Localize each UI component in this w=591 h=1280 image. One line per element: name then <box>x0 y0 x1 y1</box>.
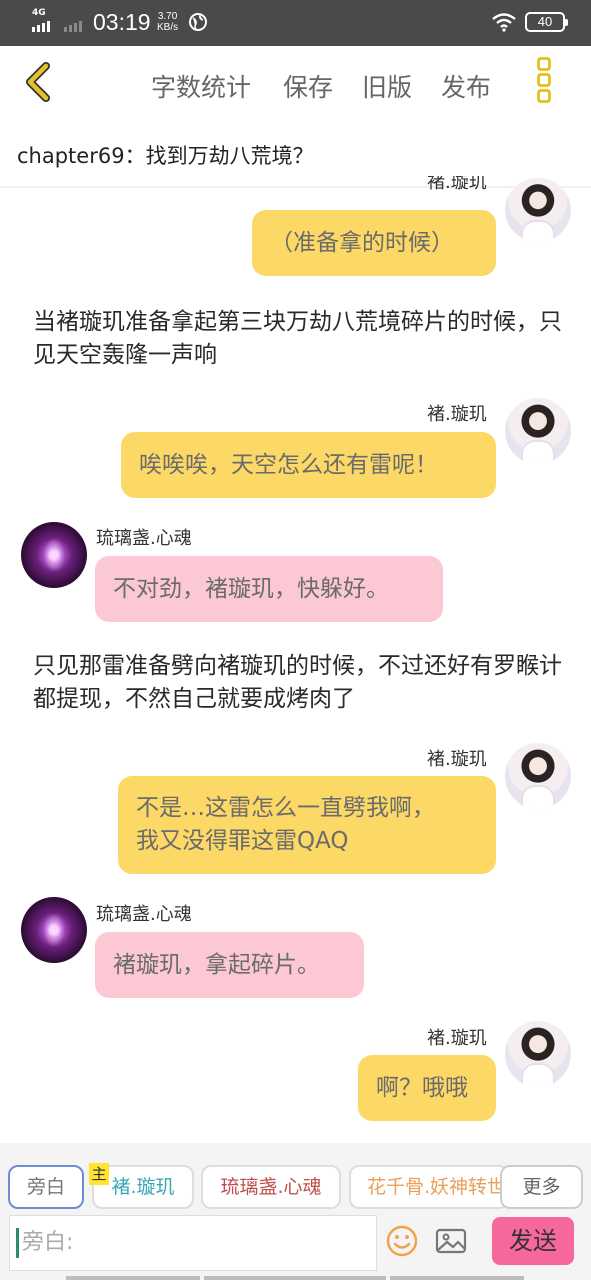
more-roles-button[interactable]: 更多 <box>500 1165 583 1209</box>
role-chip-hua-qiangu[interactable]: 花千骨.妖神转世 <box>349 1165 509 1209</box>
role-chip-narration[interactable]: 旁白 <box>8 1165 84 1209</box>
narration-text[interactable]: 只见那雷准备劈向褚璇玑的时候，不过还好有罗睺计都提现，不然自己就要成烤肉了 <box>33 650 563 716</box>
message-bubble[interactable]: 不是…这雷怎么一直劈我啊， 我又没得罪这雷QAQ <box>118 776 496 874</box>
avatar[interactable] <box>505 398 571 464</box>
globe-icon <box>189 13 207 31</box>
sender-name: 褚.璇玑 <box>427 404 487 425</box>
sender-name: 琉璃盏.心魂 <box>96 528 192 549</box>
main-role-badge: 主 <box>89 1163 109 1185</box>
message-bubble[interactable]: 不对劲，褚璇玑，快躲好。 <box>95 556 443 622</box>
avatar[interactable] <box>21 522 87 588</box>
clock: 03:19 <box>93 9 151 35</box>
sender-name: 褚.璇玑 <box>427 176 487 192</box>
status-right: 40 <box>491 12 568 32</box>
signal-indicators: 4G <box>32 8 82 32</box>
message-bubble[interactable]: 啊？哦哦 <box>358 1055 496 1121</box>
status-bar: 4G 03:19 3.70 KB/s 40 <box>0 0 591 46</box>
message-bubble[interactable]: 唉唉唉，天空怎么还有雷呢！ <box>121 432 496 498</box>
battery-indicator: 40 <box>525 12 568 32</box>
send-button[interactable]: 发送 <box>492 1217 574 1265</box>
signal-strength-icon: 4G <box>32 8 56 32</box>
network-speed-unit: KB/s <box>157 22 179 33</box>
message-line: 不是…这雷怎么一直劈我啊， <box>136 795 435 821</box>
role-chip-label: 褚.璇玑 <box>111 1176 175 1198</box>
scroll-indicator <box>390 1276 524 1280</box>
wifi-icon <box>492 13 516 32</box>
word-count-button[interactable]: 字数统计 <box>151 68 251 104</box>
role-chip-liulizhan[interactable]: 琉璃盏.心魂 <box>201 1165 341 1209</box>
publish-button[interactable]: 发布 <box>441 68 491 104</box>
image-icon[interactable] <box>434 1224 468 1258</box>
message-bubble[interactable]: （准备拿的时候） <box>252 210 496 276</box>
message-bubble[interactable]: 褚璇玑，拿起碎片。 <box>95 932 364 998</box>
avatar[interactable] <box>505 743 571 809</box>
scroll-indicator <box>204 1276 386 1280</box>
sender-name: 褚.璇玑 <box>427 749 487 770</box>
message-input[interactable]: 旁白: <box>9 1215 377 1271</box>
sender-name: 琉璃盏.心魂 <box>96 904 192 925</box>
role-chip-label: 旁白 <box>26 1176 65 1198</box>
message-line: 我又没得罪这雷QAQ <box>136 828 349 854</box>
network-speed: 3.70 KB/s <box>157 11 178 33</box>
chevron-left-icon[interactable] <box>20 60 60 104</box>
divider <box>0 186 591 188</box>
smiley-icon[interactable] <box>385 1224 419 1258</box>
old-version-button[interactable]: 旧版 <box>362 68 412 104</box>
role-chip-label: 琉璃盏.心魂 <box>220 1176 322 1198</box>
scroll-indicator <box>66 1276 200 1280</box>
editor-header: 字数统计 保存 旧版 发布 <box>0 46 591 120</box>
more-vertical-icon[interactable] <box>532 56 556 106</box>
sender-name: 褚.璇玑 <box>427 1028 487 1049</box>
narration-text[interactable]: 当褚璇玑准备拿起第三块万劫八荒境碎片的时候，只见天空轰隆一声响 <box>33 306 563 372</box>
text-caret <box>16 1228 19 1258</box>
save-button[interactable]: 保存 <box>283 68 333 104</box>
network-speed-value: 3.70 <box>157 11 178 22</box>
chapter-title: chapter69：找到万劫八荒境？ <box>17 144 314 168</box>
avatar[interactable] <box>21 897 87 963</box>
avatar[interactable] <box>505 1021 571 1087</box>
more-roles-label: 更多 <box>522 1176 561 1198</box>
role-chip-label: 花千骨.妖神转世 <box>367 1176 507 1198</box>
second-sim-signal-icon <box>64 10 82 32</box>
avatar[interactable] <box>505 178 571 242</box>
network-type: 4G <box>32 8 46 18</box>
